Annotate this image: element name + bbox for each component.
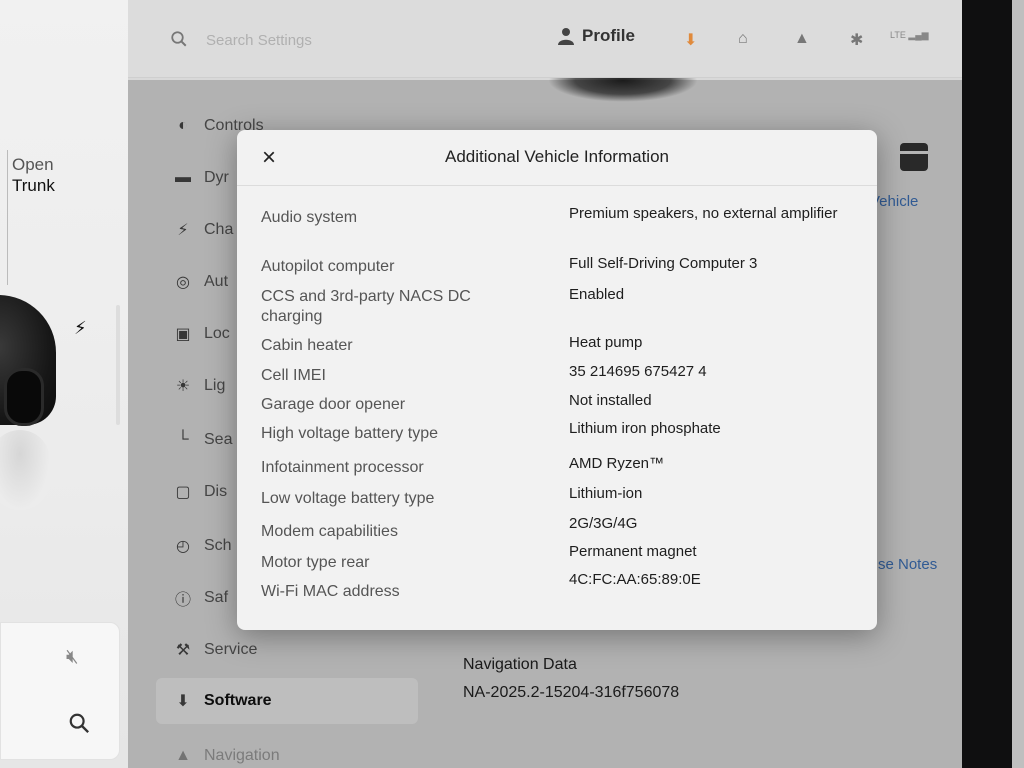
person-icon	[558, 28, 574, 45]
info-value: Not installed	[569, 392, 652, 409]
lte-label: LTE	[890, 30, 906, 40]
modal-header: × Additional Vehicle Information	[237, 130, 877, 186]
search-icon[interactable]	[68, 712, 90, 734]
charge-port-bolt-icon[interactable]: ⚡︎	[74, 318, 87, 339]
car-reflection	[0, 430, 50, 510]
info-value: Premium speakers, no external amplifier	[569, 205, 838, 222]
download-icon[interactable]: ⬇︎	[684, 30, 697, 50]
profile-button[interactable]: Profile	[558, 26, 635, 46]
info-key: Motor type rear	[261, 554, 370, 571]
info-key: Cell IMEI	[261, 367, 326, 384]
trunk-label: Trunk	[12, 176, 55, 195]
info-key: Infotainment processor	[261, 459, 424, 476]
info-value: Heat pump	[569, 334, 643, 351]
bezel-stripe	[1012, 0, 1024, 768]
car-wheel	[4, 368, 44, 426]
mute-icon[interactable]: 🔇︎	[66, 646, 79, 669]
top-bar: Profile ⬇︎ ⌂ ▲ ✱ LTE ▂▄▆	[128, 0, 962, 78]
info-value: 2G/3G/4G	[569, 515, 638, 532]
info-value: Enabled	[569, 286, 625, 303]
open-trunk-button[interactable]: Open Trunk	[12, 154, 55, 196]
info-value: Lithium-ion	[569, 485, 643, 502]
info-value: Lithium iron phosphate	[569, 420, 721, 437]
trunk-line	[7, 150, 8, 285]
info-key: Audio system	[261, 209, 358, 226]
vehicle-info-modal: × Additional Vehicle Information Audio s…	[237, 130, 877, 630]
garage-icon[interactable]: ⌂	[738, 30, 748, 48]
info-key: CCS and 3rd-party NACS DC charging	[261, 288, 471, 325]
scrollbar[interactable]	[116, 305, 120, 425]
bell-icon[interactable]: ▲	[794, 30, 810, 48]
info-value: 35 214695 675427 4	[569, 363, 707, 380]
info-key: Cabin heater	[261, 337, 353, 354]
profile-label: Profile	[582, 26, 635, 45]
lte-signal-icon: LTE ▂▄▆	[890, 30, 929, 40]
info-value: Full Self-Driving Computer 3	[569, 255, 758, 272]
info-value: Permanent magnet	[569, 543, 697, 560]
info-key: Low voltage battery type	[261, 490, 435, 507]
search-input[interactable]	[206, 28, 406, 52]
info-key: Garage door opener	[261, 396, 406, 413]
bluetooth-icon[interactable]: ✱	[850, 30, 863, 50]
info-key: Modem capabilities	[261, 523, 398, 540]
screen-bezel	[962, 0, 1024, 768]
info-key: Wi-Fi MAC address	[261, 583, 400, 600]
info-value: 4C:FC:AA:65:89:0E	[569, 571, 701, 588]
car-panel: Open Trunk ⚡︎ 🔇︎	[0, 0, 128, 768]
bottom-quick-card	[0, 622, 120, 760]
modal-title: Additional Vehicle Information	[445, 147, 669, 166]
search-icon	[171, 31, 187, 47]
info-value: AMD Ryzen™	[569, 455, 665, 472]
info-key: High voltage battery type	[261, 425, 438, 442]
info-key: Autopilot computer	[261, 258, 395, 275]
open-label: Open	[12, 155, 54, 174]
